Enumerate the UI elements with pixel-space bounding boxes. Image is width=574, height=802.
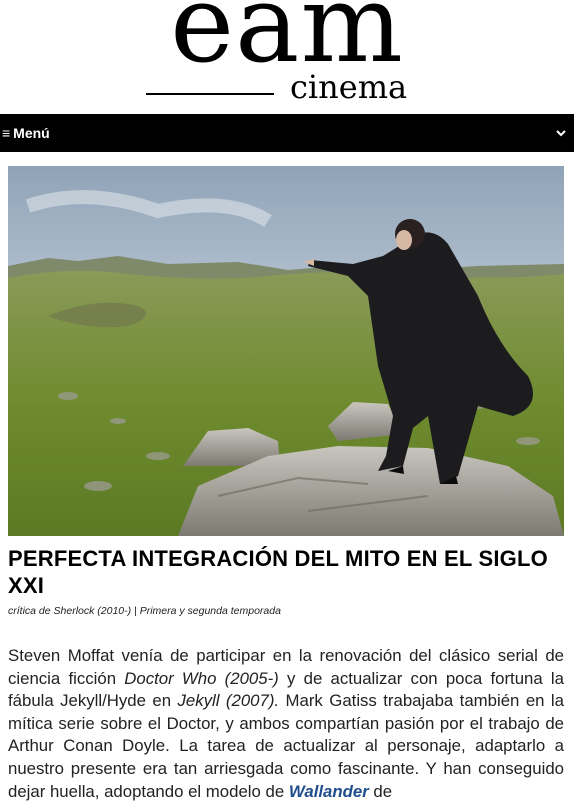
logo-wordmark: eam <box>170 0 404 87</box>
menu-toggle[interactable]: ≡ Menú <box>2 125 50 141</box>
chevron-down-icon[interactable] <box>554 126 568 140</box>
article-meta: crítica de Sherlock (2010-) | Primera y … <box>8 605 281 617</box>
site-logo[interactable]: eam cinema <box>0 0 574 114</box>
main-menu-bar[interactable]: ≡ Menú <box>0 114 574 152</box>
logo-subtitle: cinema <box>290 68 408 106</box>
hero-image <box>8 166 564 536</box>
body-text-emphasis: Doctor Who (2005-) <box>124 668 279 688</box>
hero-illustration <box>8 166 564 536</box>
wallander-link[interactable]: Wallander <box>289 782 369 801</box>
article-body: Steven Moffat venía de participar en la … <box>8 645 564 802</box>
body-text-emphasis: Jekyll (2007). <box>177 691 280 711</box>
logo-rule <box>146 93 274 95</box>
hamburger-icon: ≡ <box>2 125 11 141</box>
article-title: PERFECTA INTEGRACIÓN DEL MITO EN EL SIGL… <box>8 546 548 598</box>
menu-label: Menú <box>13 125 50 141</box>
body-text-segment: de <box>368 781 393 801</box>
